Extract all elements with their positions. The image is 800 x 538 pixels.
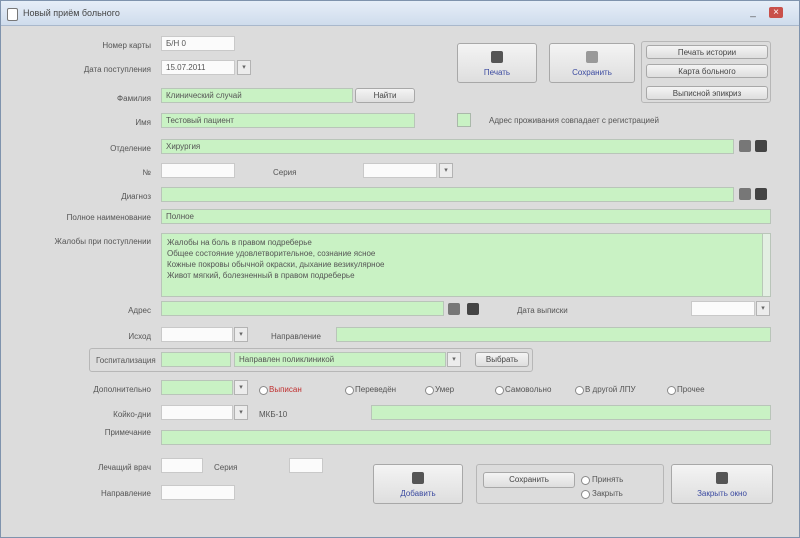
radio-option-5[interactable] [575,386,584,395]
radio-option-6[interactable] [667,386,676,395]
department-label: Отделение [110,144,151,153]
doctor-field-1[interactable] [161,458,203,473]
outcome-label: Исход [128,332,151,341]
complaints-memo[interactable]: Жалобы на боль в правом подреберье Общее… [161,233,771,297]
series-dropdown-button[interactable]: ▾ [439,163,453,178]
complaints-scrollbar[interactable] [762,234,770,296]
folder-icon[interactable] [448,303,460,315]
history-print-button[interactable]: Печать истории [646,45,768,59]
card-number-label: Номер карты [102,41,151,50]
radio-label-6: Прочее [677,385,705,394]
find-button[interactable]: Найти [355,88,415,103]
radio-option-3[interactable] [425,386,434,395]
first-name-label: Имя [135,118,151,127]
folder-icon[interactable] [739,188,751,200]
lookup-icon[interactable] [467,303,479,315]
mkb-label: МКБ-10 [259,410,288,419]
same-address-checkbox[interactable] [457,113,471,127]
add-button[interactable]: Добавить [373,464,463,504]
first-name-field[interactable]: Тестовый пациент [161,113,415,128]
referral-label-2: Направление [101,489,151,498]
save-record-button[interactable]: Сохранить [549,43,635,83]
printer-icon [491,51,503,63]
admission-date-field[interactable]: 15.07.2011 [161,60,235,75]
diagnosis-label: Диагноз [121,192,151,201]
days-dropdown-button[interactable]: ▾ [234,405,248,420]
additional-field[interactable] [161,380,233,395]
document-icon [586,51,598,63]
accept-label: Принять [592,475,624,484]
number-label: № [142,168,151,177]
save-option-2[interactable] [581,490,590,499]
additional-label: Дополнительно [93,385,151,394]
radio-option-4[interactable] [495,386,504,395]
series-label-2: Серия [214,463,238,472]
notes-field[interactable] [161,430,771,445]
referral-text-field[interactable]: Направлен поликлиникой [234,352,446,367]
window-title: Новый приём больного [23,8,120,18]
radio-label-2: Переведён [355,385,397,394]
additional-dropdown-button[interactable]: ▾ [234,380,248,395]
doctor-label: Лечащий врач [98,463,151,472]
last-name-field[interactable]: Клинический случай [161,88,353,103]
minimize-button[interactable]: _ [746,7,760,18]
radio-option-2[interactable] [345,386,354,395]
radio-label-5: В другой ЛПУ [585,385,636,394]
same-address-label: Адрес проживания совпадает с регистрацие… [489,116,659,125]
stay-label: Госпитализация [96,356,156,365]
app-icon [7,8,18,21]
close-button[interactable]: × [769,7,783,18]
diagnosis-field[interactable] [161,187,734,202]
radio-label-4: Самовольно [505,385,552,394]
stay-field[interactable] [161,352,231,367]
print-button[interactable]: Печать [457,43,537,83]
result-date-label: Дата выписки [517,306,568,315]
card-print-button[interactable]: Карта больного [646,64,768,78]
result-date-picker-button[interactable]: ▾ [756,301,770,316]
full-name-label: Полное наименование [66,213,151,222]
radio-label-1: Выписан [269,385,302,394]
admission-date-label: Дата поступления [83,65,151,74]
date-picker-button[interactable]: ▾ [237,60,251,75]
printer-icon [412,472,424,484]
mkb-field[interactable] [371,405,771,420]
referral-field[interactable] [336,327,771,342]
radio-option-1[interactable] [259,386,268,395]
doctor-field-2[interactable] [289,458,323,473]
close-label: Закрыть [592,489,623,498]
address-label: Адрес [128,306,151,315]
exit-button[interactable]: Закрыть окно [671,464,773,504]
complaints-label: Жалобы при поступлении [54,237,152,246]
diag-select-button[interactable]: Выбрать [475,352,529,367]
department-field[interactable]: Хирургия [161,139,734,154]
lookup-icon[interactable] [755,188,767,200]
address-field[interactable] [161,301,444,316]
lookup-icon[interactable] [755,140,767,152]
full-name-field[interactable]: Полное [161,209,771,224]
number-field[interactable] [161,163,235,178]
exit-icon [716,472,728,484]
outcome-dropdown-button[interactable]: ▾ [234,327,248,342]
radio-label-3: Умер [435,385,455,394]
folder-icon[interactable] [739,140,751,152]
stay-dropdown-button[interactable]: ▾ [447,352,461,367]
last-name-label: Фамилия [117,94,151,103]
card-number-field[interactable]: Б/Н 0 [161,36,235,51]
save-button[interactable]: Сохранить [483,472,575,488]
extract-print-button[interactable]: Выписной эпикриз [646,86,768,100]
main-window: Новый приём больного _ × Номер карты Б/Н… [0,0,800,538]
series-label: Серия [273,168,297,177]
days-count-field[interactable] [161,405,233,420]
series-field[interactable] [363,163,437,178]
days-count-label: Койко-дни [113,410,151,419]
notes-label: Примечание [104,428,151,437]
outcome-field[interactable] [161,327,233,342]
result-date-field[interactable] [691,301,755,316]
referral-label: Направление [271,332,321,341]
save-option-1[interactable] [581,476,590,485]
referral-field-2[interactable] [161,485,235,500]
title-bar: Новый приём больного _ × [1,1,799,26]
